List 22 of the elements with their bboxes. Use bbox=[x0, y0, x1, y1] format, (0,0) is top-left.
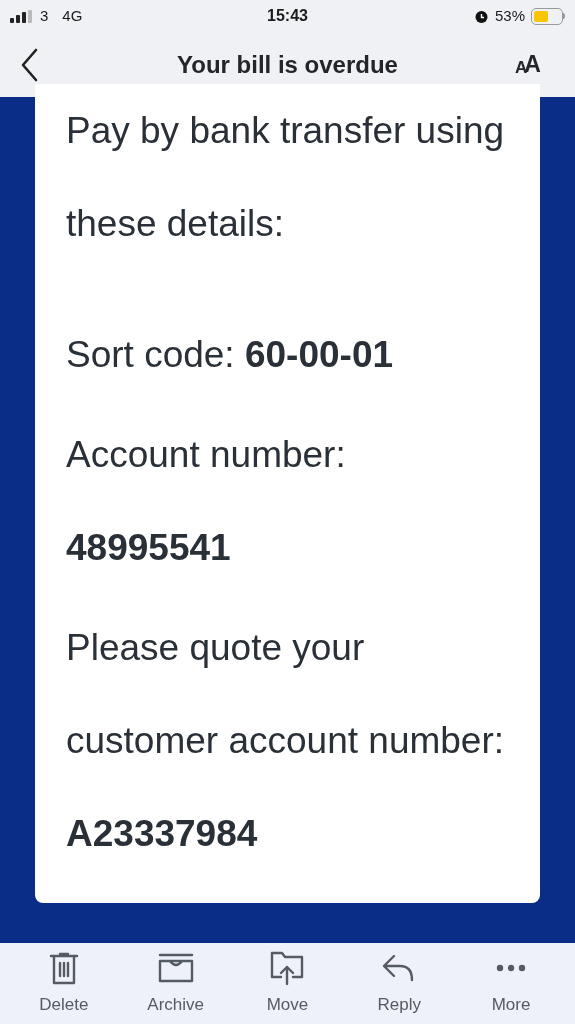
message-title: Your bill is overdue bbox=[176, 49, 399, 80]
message-paragraph: Account number: 48995541 bbox=[66, 433, 347, 570]
network-type: 4G bbox=[62, 5, 83, 26]
delete-button[interactable]: Delete bbox=[18, 949, 109, 1018]
message-paragraph: Pay by bank transfer using these details: bbox=[66, 109, 506, 246]
message-paragraph: Please quote your customer account number: A23337984 bbox=[66, 626, 506, 856]
text-size-button[interactable]: AA bbox=[515, 53, 555, 76]
move-button[interactable]: Move bbox=[242, 949, 333, 1018]
signal-icon bbox=[10, 9, 34, 23]
tray-icon bbox=[157, 952, 194, 983]
clock-time: 15:43 bbox=[266, 6, 309, 26]
carrier-name: 3 bbox=[40, 5, 49, 26]
more-icon bbox=[496, 963, 527, 972]
battery-icon bbox=[531, 7, 565, 25]
reply-button[interactable]: Reply bbox=[354, 949, 445, 1018]
archive-button[interactable]: Archive bbox=[130, 949, 221, 1018]
trash-icon bbox=[48, 950, 79, 985]
message-paragraph: Sort code: 60-00-01 bbox=[66, 333, 395, 377]
more-button[interactable]: More bbox=[466, 949, 557, 1018]
alarm-clock-icon bbox=[473, 8, 489, 24]
folder-arrow-icon bbox=[269, 950, 306, 985]
battery-percent: 53% bbox=[494, 5, 525, 26]
